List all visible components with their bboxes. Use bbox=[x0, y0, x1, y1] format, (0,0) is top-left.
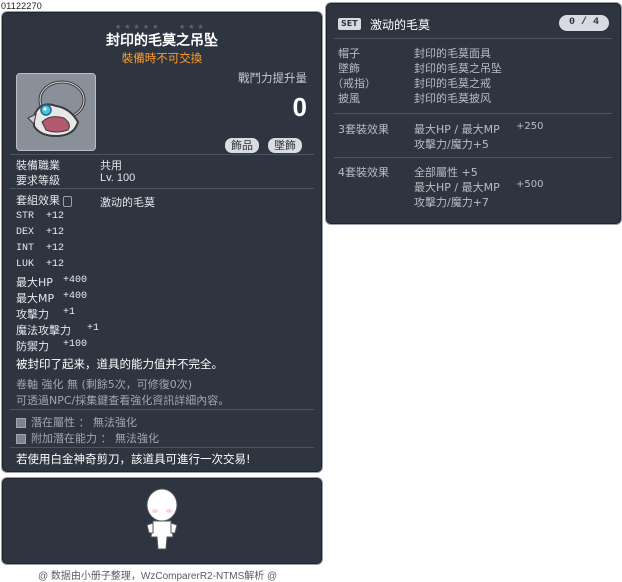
scissors-note: 若使用白金神奇剪刀，該道具可進行一次交易! bbox=[16, 452, 251, 466]
job-label: 裝備職業 bbox=[16, 159, 60, 172]
divider bbox=[334, 38, 612, 39]
avatar-preview-panel bbox=[1, 477, 323, 565]
potential-label: 潛在屬性 ： 無法強化 bbox=[31, 416, 137, 429]
stat-maxmp-name: 最大MP bbox=[16, 292, 55, 305]
scroll-info: 卷軸 強化 無 (剩餘5次，可修復0次) bbox=[16, 378, 193, 391]
item-id: 01122270 bbox=[1, 1, 42, 11]
divider bbox=[334, 157, 612, 158]
stat-attack-value: +1 bbox=[63, 307, 76, 318]
stat-magic-attack-name: 魔法攻擊力 bbox=[16, 324, 71, 337]
bonus-potential-label: 附加潛在能力 ： 無法強化 bbox=[31, 432, 159, 445]
level-label: 要求等級 bbox=[16, 174, 60, 187]
item-description: 被封印了起来，道具的能力值并不完全。 bbox=[16, 357, 223, 371]
set-title: 激动的毛莫 bbox=[370, 18, 431, 32]
power-increase-value: 0 bbox=[292, 92, 307, 122]
stat-maxmp-value: +400 bbox=[63, 291, 88, 302]
set-bonus-4-label: 4套裝效果 bbox=[338, 166, 389, 179]
set-bonus-3-stat: 最大HP / 最大MP bbox=[414, 123, 500, 136]
job-value: 共用 bbox=[100, 159, 122, 172]
set-part-slot: 披風 bbox=[338, 92, 360, 105]
set-bonus-4-value: +500 bbox=[516, 179, 544, 190]
set-bonus-4-stat: 攻擊力/魔力+7 bbox=[414, 196, 489, 209]
stat-str-value: +12 bbox=[46, 211, 65, 222]
stat-attack-name: 攻擊力 bbox=[16, 308, 49, 321]
bonus-potential-icon bbox=[16, 434, 26, 444]
stat-dex-name: DEX bbox=[16, 227, 35, 238]
set-bonus-3-label: 3套裝效果 bbox=[338, 123, 389, 136]
divider bbox=[10, 154, 314, 155]
level-value: Lv. 100 bbox=[100, 172, 136, 184]
stat-int-name: INT bbox=[16, 243, 35, 254]
divider bbox=[10, 447, 314, 448]
item-name: 封印的毛莫之吊坠 bbox=[106, 33, 218, 49]
stat-luk-name: LUK bbox=[16, 259, 35, 270]
footer-credit: @ 数据由小册子整理，WzComparerR2-NTMS解析 @ bbox=[38, 571, 278, 582]
set-part-slot: （戒指） bbox=[332, 77, 376, 90]
stat-defense-name: 防禦力 bbox=[16, 340, 49, 353]
power-increase-label: 戰鬥力提升量 bbox=[238, 71, 307, 85]
stat-defense-value: +100 bbox=[63, 339, 88, 350]
trade-note: 裝備時不可交換 bbox=[121, 51, 203, 65]
stat-str-name: STR bbox=[16, 211, 35, 222]
set-count-badge: 0 / 4 bbox=[559, 15, 609, 31]
potential-icon bbox=[16, 418, 26, 428]
set-part-slot: 帽子 bbox=[338, 47, 360, 60]
stat-maxhp-name: 最大HP bbox=[16, 276, 53, 289]
tag-pendant: 墜飾 bbox=[268, 138, 302, 153]
set-effect-label: 套組效果 bbox=[16, 194, 60, 207]
bonus-potential-row: 附加潛在能力 ： 無法強化 bbox=[16, 430, 159, 446]
set-badge: SET bbox=[338, 18, 361, 30]
stat-dex-value: +12 bbox=[46, 227, 65, 238]
set-bonus-3-value: +250 bbox=[516, 121, 544, 132]
lock-icon bbox=[63, 195, 72, 207]
set-part-item: 封印的毛莫披风 bbox=[414, 92, 491, 105]
set-effect-row: 套組效果 bbox=[16, 192, 72, 208]
set-effect-panel: SET 激动的毛莫 0 / 4 帽子 封印的毛莫面具 墜飾 封印的毛莫之吊坠 （… bbox=[325, 2, 622, 225]
stat-magic-attack-value: +1 bbox=[87, 323, 100, 334]
set-part-item: 封印的毛莫之吊坠 bbox=[414, 62, 502, 75]
set-bonus-3-stat: 攻擊力/魔力+5 bbox=[414, 138, 489, 151]
divider bbox=[10, 409, 314, 410]
set-effect-name: 激动的毛莫 bbox=[100, 196, 155, 209]
potential-row: 潛在屬性 ： 無法強化 bbox=[16, 414, 137, 430]
pendant-icon bbox=[27, 80, 86, 138]
stat-int-value: +12 bbox=[46, 243, 65, 254]
character-avatar bbox=[146, 488, 178, 550]
item-tooltip-panel: ★★★★★ ★★★ 封印的毛莫之吊坠 裝備時不可交換 戰鬥力提升量 0 飾品 墜… bbox=[1, 11, 323, 473]
npc-info: 可透過NPC/採集鍵查看強化資訊詳細內容。 bbox=[16, 394, 230, 407]
set-part-item: 封印的毛莫面具 bbox=[414, 47, 491, 60]
stat-maxhp-value: +400 bbox=[63, 275, 88, 286]
tag-accessory: 飾品 bbox=[225, 138, 259, 153]
stat-luk-value: +12 bbox=[46, 259, 65, 270]
set-part-slot: 墜飾 bbox=[338, 62, 360, 75]
set-part-item: 封印的毛莫之戒 bbox=[414, 77, 491, 90]
set-bonus-4-stat: 全部屬性 +5 bbox=[414, 166, 478, 179]
set-bonus-4-stat: 最大HP / 最大MP bbox=[414, 181, 500, 194]
divider bbox=[334, 113, 612, 114]
divider bbox=[10, 188, 314, 189]
